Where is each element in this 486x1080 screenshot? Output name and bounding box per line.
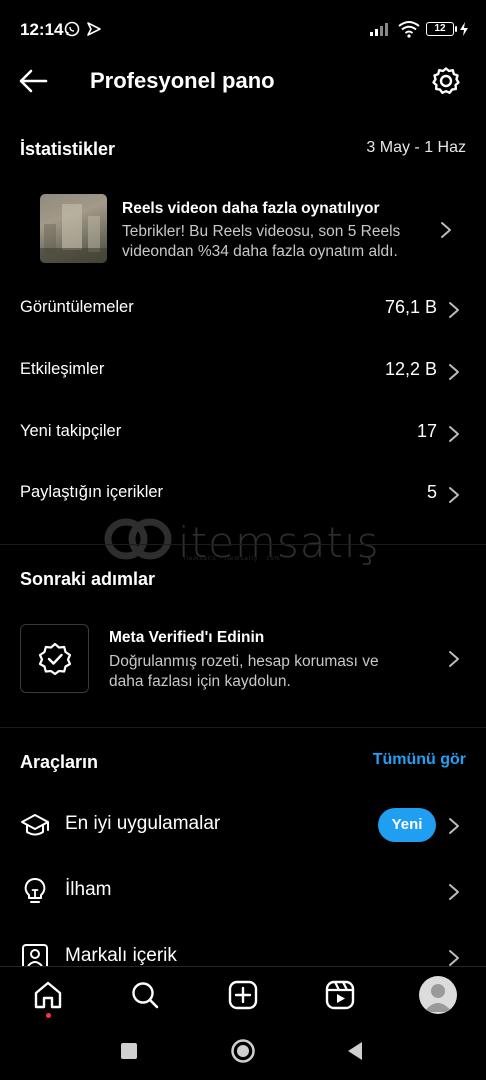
tools-section-title: Araçların [20,752,99,772]
page-title: Profesyonel pano [90,68,275,93]
reels-card-line1: Tebrikler! Bu Reels videosu, son 5 Reels [122,223,401,240]
meta-verified-line1: Doğrulanmış rozeti, hesap koruması ve [109,653,379,670]
whatsapp-icon [64,21,80,37]
tool-label: En iyi uygulamalar [65,813,221,834]
chevron-right-icon [449,426,459,442]
stat-label: Görüntülemeler [20,298,134,316]
tool-row-inspiration[interactable]: İlham [0,862,486,922]
bottom-navigation [0,966,486,1024]
charging-icon [460,22,468,36]
tool-row-best-practices[interactable]: En iyi uygulamalar Yeni [0,796,486,856]
meta-verified-card[interactable]: Meta Verified'ı Edinin Doğrulanmış rozet… [0,620,486,700]
stat-row-views[interactable]: Görüntülemeler 76,1 B [0,280,486,340]
meta-verified-description: Doğrulanmış rozeti, hesap koruması ve da… [109,652,419,692]
home-icon[interactable] [32,979,64,1011]
stat-value: 76,1 B [384,297,437,317]
back-button[interactable] [346,1041,364,1061]
stat-value: 5 [426,482,437,502]
profile-avatar[interactable] [419,976,457,1014]
reels-icon[interactable] [324,979,356,1011]
status-time: 12:14 [20,20,64,39]
status-bar: 12:14 12 [0,0,486,58]
search-icon[interactable] [129,979,161,1011]
watermark-subtext: itemsatis · itemsatış · com [184,556,281,562]
stat-label: Yeni takipçiler [20,422,122,440]
back-arrow-icon[interactable] [18,66,50,96]
verified-badge-icon [38,642,72,676]
stat-label: Paylaştığın içerikler [20,483,164,501]
divider [0,727,486,728]
notification-dot [46,1013,51,1018]
chevron-right-icon [449,884,459,900]
stat-value: 17 [416,421,437,441]
see-all-link[interactable]: Tümünü gör [373,751,466,769]
insights-section-title: İstatistikler [20,139,116,159]
top-bar: Profesyonel pano [0,58,486,104]
divider [0,544,486,545]
next-steps-section-title: Sonraki adımlar [20,569,156,589]
recents-button[interactable] [121,1043,137,1059]
signal-icon [370,23,388,36]
reels-card-title: Reels videon daha fazla oynatılıyor [122,200,380,217]
meta-verified-title: Meta Verified'ı Edinin [109,629,265,646]
battery-indicator: 12 [426,22,457,36]
stat-row-interactions[interactable]: Etkileşimler 12,2 B [0,342,486,402]
chevron-right-icon [449,651,459,667]
tool-label: İlham [65,879,112,900]
reels-thumbnail [40,194,107,263]
wifi-icon [398,21,420,38]
watermark-logo-icon [104,518,172,560]
stat-row-content-shared[interactable]: Paylaştığın içerikler 5 [0,465,486,525]
tool-label: Markalı içerik [65,945,177,966]
stat-label: Etkileşimler [20,360,105,378]
new-badge: Yeni [378,808,436,842]
reels-card-description: Tebrikler! Bu Reels videosu, son 5 Reels… [122,222,432,262]
chevron-right-icon [441,222,451,238]
reels-card-line2: videondan %34 daha fazla oynatım aldı. [122,243,398,260]
home-button[interactable] [230,1038,256,1064]
create-post-icon[interactable] [227,979,259,1011]
chevron-right-icon [449,487,459,503]
lightbulb-icon [24,877,46,903]
date-range-selector[interactable]: 3 May - 1 Haz [366,139,466,157]
meta-verified-badge-box [20,624,89,693]
stat-row-new-followers[interactable]: Yeni takipçiler 17 [0,404,486,464]
chevron-right-icon [449,364,459,380]
system-navigation [0,1024,486,1080]
stat-value: 12,2 B [384,359,437,379]
chevron-right-icon [449,302,459,318]
watermark: itemsatış itemsatis · itemsatış · com [104,516,379,567]
send-icon [87,22,101,36]
meta-verified-line2: daha fazlası için kaydolun. [109,673,291,690]
chevron-right-icon [449,818,459,834]
reels-performance-card[interactable]: Reels videon daha fazla oynatılıyor Tebr… [0,186,486,270]
settings-gear-icon[interactable] [430,65,462,97]
chevron-right-icon [449,950,459,966]
graduation-cap-icon [21,814,49,836]
default-avatar-icon [424,984,452,1012]
